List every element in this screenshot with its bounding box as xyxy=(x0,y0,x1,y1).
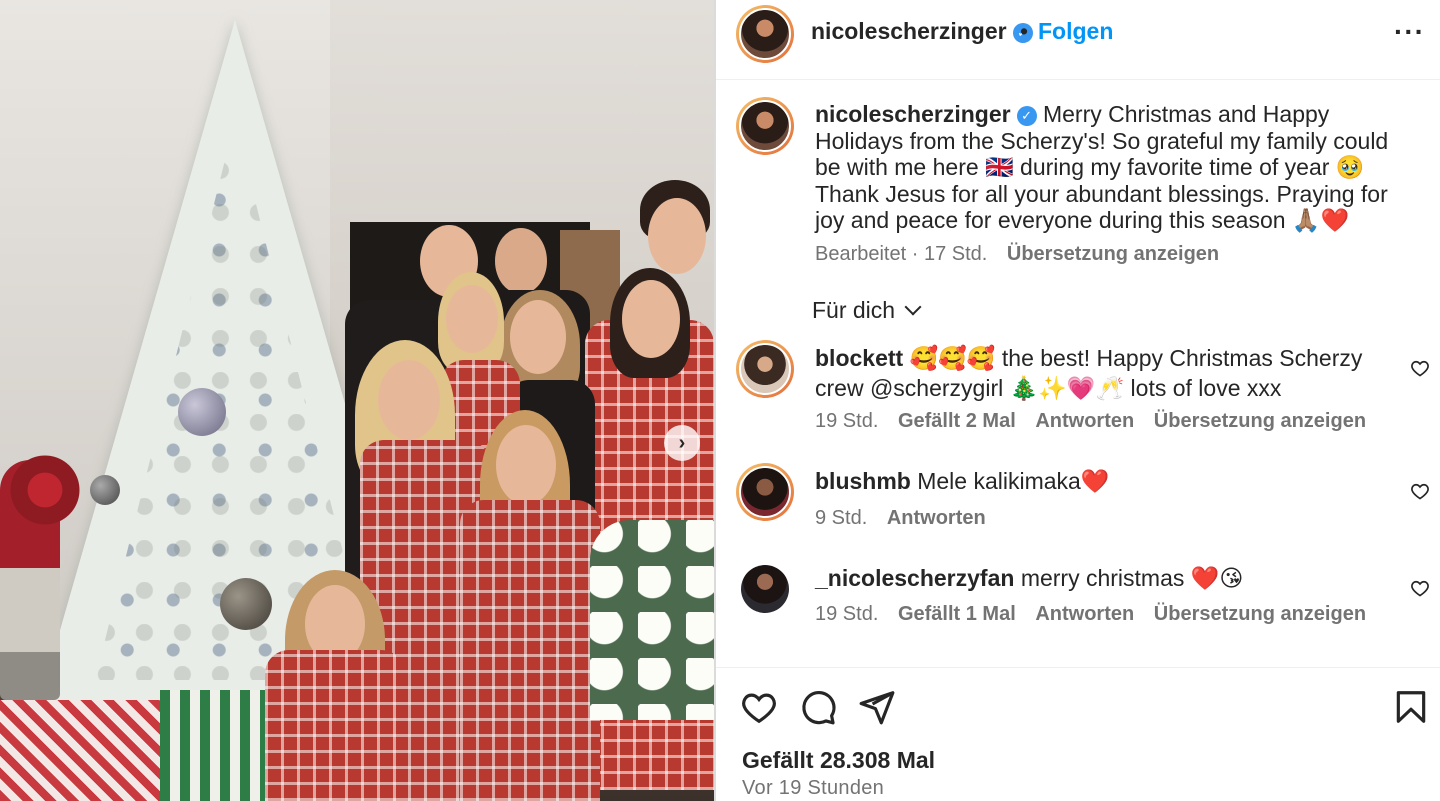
comment-username[interactable]: blockett xyxy=(815,345,903,371)
comment-likes-button[interactable]: Gefällt 1 Mal xyxy=(898,603,1016,625)
comment: blushmb Mele kalikimaka❤️ xyxy=(815,466,1375,496)
comment-sort-dropdown[interactable]: Für dich xyxy=(812,297,922,324)
comment-meta: 19 Std. Gefällt 1 Mal Antworten Übersetz… xyxy=(815,603,1366,626)
comment-text: Mele kalikimaka❤️ xyxy=(917,468,1110,494)
translate-button[interactable]: Übersetzung anzeigen xyxy=(1154,603,1366,625)
comment-like-heart-icon[interactable] xyxy=(1410,481,1430,501)
gift-box xyxy=(0,700,180,801)
caption-translate-button[interactable]: Übersetzung anzeigen xyxy=(1007,243,1219,265)
comment-time: 19 Std. xyxy=(815,603,879,625)
verified-badge-icon: ✓ xyxy=(1016,106,1037,126)
comment-avatar[interactable] xyxy=(736,340,794,398)
comment-avatar[interactable] xyxy=(741,565,789,613)
white-roses xyxy=(590,520,714,720)
person-face xyxy=(496,425,556,505)
caption-avatar[interactable] xyxy=(736,97,794,155)
translate-button[interactable]: Übersetzung anzeigen xyxy=(1154,410,1366,432)
reply-button[interactable]: Antworten xyxy=(1035,410,1134,432)
author-username[interactable]: nicolescherzinger xyxy=(811,18,1007,44)
comment: blockett 🥰🥰🥰 the best! Happy Christmas S… xyxy=(815,343,1375,403)
comment-text: merry christmas ❤️😘 xyxy=(1020,565,1244,591)
likes-count[interactable]: Gefällt 28.308 Mal xyxy=(742,747,935,774)
comment-meta: 19 Std. Gefällt 2 Mal Antworten Übersetz… xyxy=(815,410,1366,433)
person-face xyxy=(495,228,547,294)
bookmark-icon[interactable] xyxy=(1392,688,1430,726)
reply-button[interactable]: Antworten xyxy=(887,507,986,529)
share-icon[interactable] xyxy=(858,688,896,726)
person-pajamas xyxy=(265,650,405,801)
follow-button[interactable]: Folgen xyxy=(1038,18,1113,45)
gift-box xyxy=(160,690,270,801)
comment: _nicolescherzyfan merry christmas ❤️😘 xyxy=(815,563,1375,593)
post-header: nicolescherzinger ✓ • Folgen ··· xyxy=(716,0,1440,80)
comments-scroll-area[interactable]: nicolescherzinger ✓ Merry Christmas and H… xyxy=(716,81,1440,667)
post-action-bar: Gefällt 28.308 Mal Vor 19 Stunden xyxy=(716,667,1440,801)
poinsettia xyxy=(0,455,90,525)
ornament xyxy=(90,475,120,505)
comment-time: 19 Std. xyxy=(815,410,879,432)
author-avatar[interactable] xyxy=(736,5,794,63)
comment-sort-label: Für dich xyxy=(812,297,896,323)
caption: nicolescherzinger ✓ Merry Christmas and H… xyxy=(815,101,1405,234)
post-side-panel: nicolescherzinger ✓ • Folgen ··· nicolesc… xyxy=(714,0,1440,801)
caption-meta: Bearbeitet · 17 Std. Übersetzung anzeige… xyxy=(815,243,1219,266)
ornament xyxy=(178,388,226,436)
comment-like-heart-icon[interactable] xyxy=(1410,578,1430,598)
reply-button[interactable]: Antworten xyxy=(1035,603,1134,625)
comment-username[interactable]: _nicolescherzyfan xyxy=(815,565,1014,591)
separator-dot: • xyxy=(1020,18,1029,44)
person-face xyxy=(510,300,566,374)
chevron-right-icon: › xyxy=(678,431,686,454)
person-face xyxy=(378,360,440,440)
comment-like-heart-icon[interactable] xyxy=(1410,358,1430,378)
comment-avatar[interactable] xyxy=(736,463,794,521)
next-photo-button[interactable]: › xyxy=(664,425,700,461)
comment-time: 9 Std. xyxy=(815,507,868,529)
chevron-down-icon xyxy=(904,298,922,316)
caption-edited-time: Bearbeitet · 17 Std. xyxy=(815,243,988,265)
post-timestamp[interactable]: Vor 19 Stunden xyxy=(742,777,884,800)
caption-username[interactable]: nicolescherzinger xyxy=(815,101,1011,127)
author-name-row: nicolescherzinger ✓ xyxy=(811,18,1033,45)
heart-icon[interactable] xyxy=(740,688,778,726)
person-face xyxy=(622,280,680,358)
comment-likes-button[interactable]: Gefällt 2 Mal xyxy=(898,410,1016,432)
comment-icon[interactable] xyxy=(799,688,837,726)
person-face xyxy=(648,198,706,274)
more-options-icon[interactable]: ··· xyxy=(1394,16,1425,48)
comment-meta: 9 Std. Antworten xyxy=(815,507,986,530)
person-pajamas xyxy=(460,500,600,801)
person-face xyxy=(446,285,498,353)
comment-username[interactable]: blushmb xyxy=(815,468,911,494)
ornament xyxy=(220,578,272,630)
post-photo: › xyxy=(0,0,714,801)
